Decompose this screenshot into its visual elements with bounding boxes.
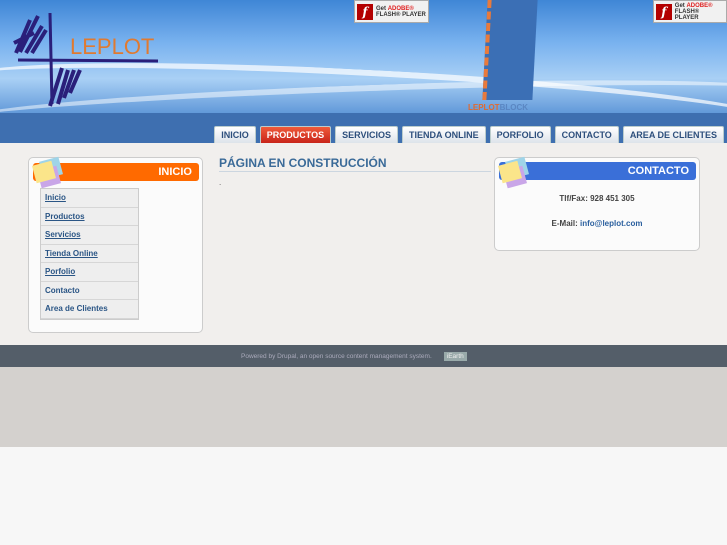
sidebar-item-area-de-clientes[interactable]: Area de Clientes [41,300,138,319]
main-nav: INICIO PRODUCTOS SERVICIOS TIENDA ONLINE… [214,126,724,143]
sidebar-item-productos[interactable]: Productos [41,207,138,226]
leplotblock-brand: LEPLOTBLOCK [468,103,529,112]
footer-spacer [0,367,727,447]
tab-servicios[interactable]: SERVICIOS [335,126,398,143]
page-title: PÁGINA EN CONSTRUCCIÓN [219,156,491,172]
footer: Powered by Drupal, an open source conten… [0,345,727,367]
contact-phone: Tlf/Fax: 928 451 305 [559,194,635,203]
tab-area-de-clientes[interactable]: AREA DE CLIENTES [622,126,724,143]
footer-text: Powered by Drupal, an open source conten… [241,352,432,360]
flash-icon: f [656,3,672,20]
iearth-badge[interactable]: iEarth [443,351,467,361]
sidebar-item-porfolio[interactable]: Porfolio [41,263,138,282]
sidebar-item-servicios[interactable]: Servicios [41,226,138,245]
sidebar-item-tienda-online[interactable]: Tienda Online [41,244,138,263]
tab-contacto[interactable]: CONTACTO [554,126,619,143]
sticky-notes-icon [32,156,63,189]
tab-tienda-online[interactable]: TIENDA ONLINE [401,126,486,143]
svg-text:LEPLOT: LEPLOT [70,34,154,59]
flash-icon: f [357,3,373,20]
sidebar-item-inicio[interactable]: Inicio [41,189,138,208]
sidebar-menu-block: INICIO Inicio Productos Servicios Tienda… [28,156,203,333]
sidebar-menu: Inicio Productos Servicios Tienda Online… [40,188,139,320]
tab-inicio[interactable]: INICIO [214,126,256,143]
page-body: . [219,178,222,187]
get-flash-player-button[interactable]: f Get ADOBE® FLASH® PLAYER [354,0,429,23]
tab-porfolio[interactable]: PORFOLIO [489,126,551,143]
contact-block: CONTACTO Tlf/Fax: 928 451 305 E-Mail: in… [494,156,700,251]
sidebar-item-contacto[interactable]: Contacto [41,281,138,300]
tab-productos[interactable]: PRODUCTOS [259,126,332,143]
contact-email-row: E-Mail: info@leplot.com [551,219,643,228]
notebook-image [482,0,538,100]
header-banner: LEPLOT f Get ADOBE® FLASH® PLAYER f Get ADO… [0,0,727,143]
get-flash-player-button-2[interactable]: f Get ADOBE® FLASH® PLAYER [653,0,727,23]
sticky-notes-icon [498,156,529,189]
email-link[interactable]: info@leplot.com [580,219,642,228]
leplot-logo[interactable]: LEPLOT [10,8,160,108]
